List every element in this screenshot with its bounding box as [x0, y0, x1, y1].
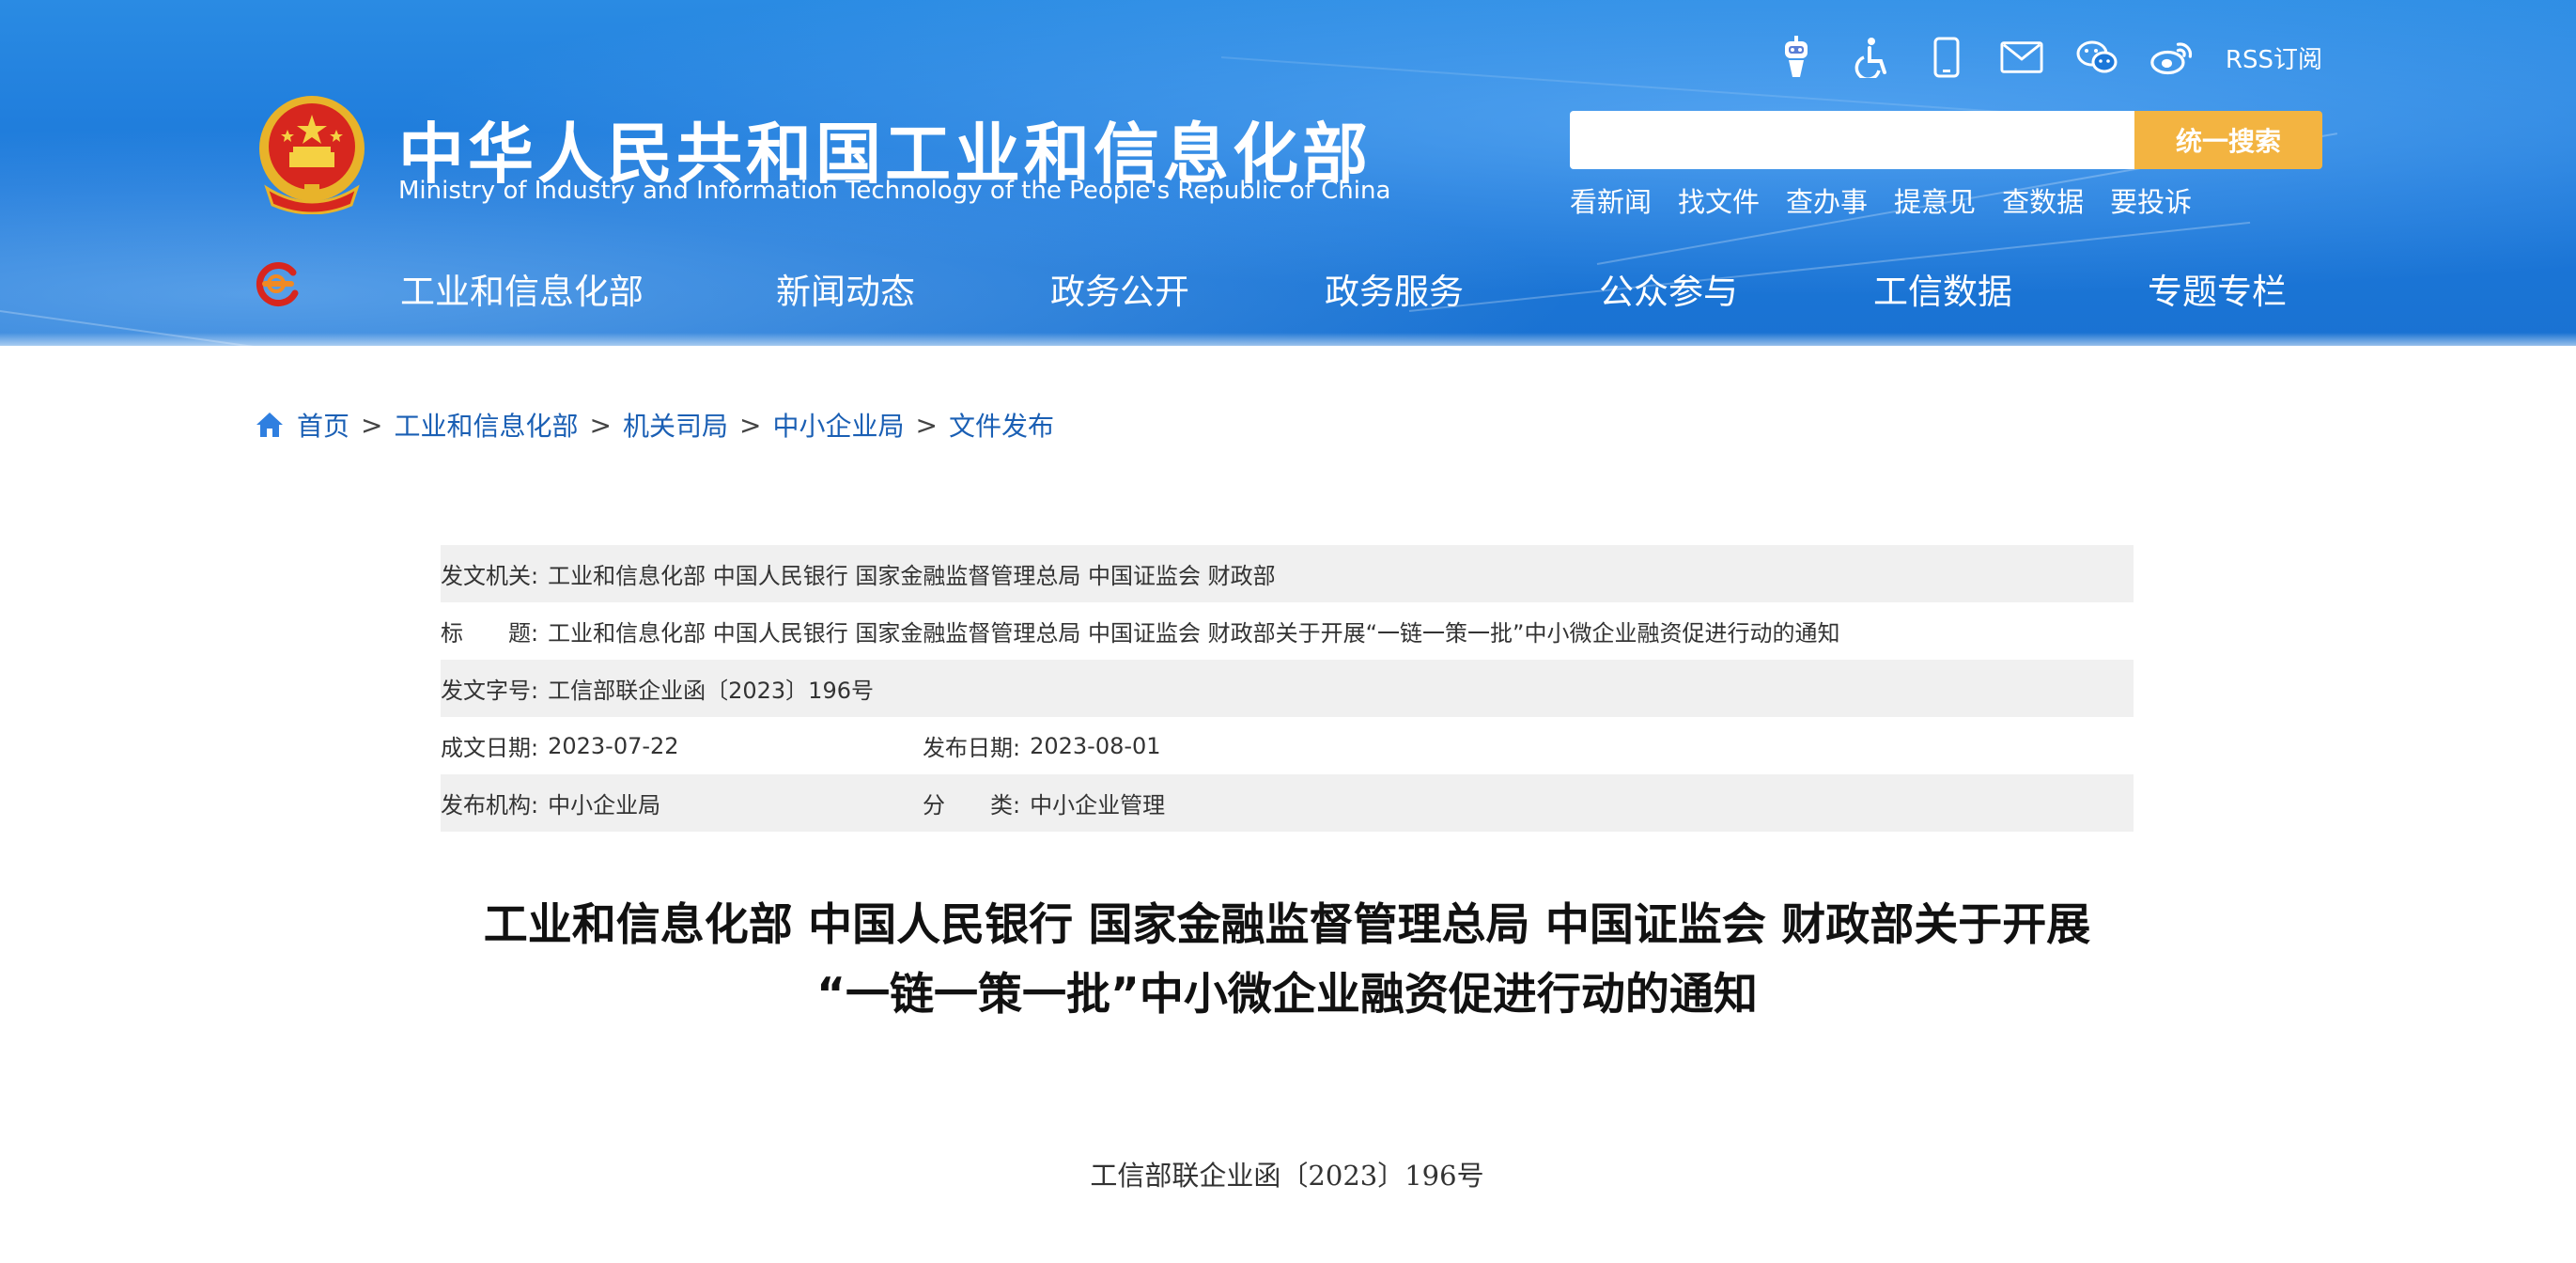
breadcrumb-separator: >	[589, 409, 612, 441]
nav-government-affairs[interactable]: 政务公开	[1050, 263, 1189, 314]
mobile-icon[interactable]	[1925, 36, 1968, 79]
quick-links: 看新闻 找文件 查办事 提意见 查数据 要投诉	[1570, 180, 2192, 220]
nav-news[interactable]: 新闻动态	[776, 263, 915, 314]
info-row-title: 标 题: 工业和信息化部 中国人民银行 国家金融监督管理总局 中国证监会 财政部…	[441, 602, 2134, 660]
ministry-logo-icon[interactable]	[250, 257, 303, 310]
nav-topics[interactable]: 专题专栏	[2148, 263, 2287, 314]
document-title-line1: 工业和信息化部 中国人民银行 国家金融监督管理总局 中国证监会 财政部关于开展	[483, 899, 2091, 951]
mail-icon[interactable]	[2000, 36, 2043, 79]
document-info-table: 发文机关: 工业和信息化部 中国人民银行 国家金融监督管理总局 中国证监会 财政…	[441, 545, 2134, 832]
breadcrumb-separator: >	[361, 409, 383, 441]
main-nav: 工业和信息化部 新闻动态 政务公开 政务服务 公众参与 工信数据 专题专栏	[250, 252, 2326, 320]
nav-data[interactable]: 工信数据	[1873, 263, 2012, 314]
site-title-en: Ministry of Industry and Information Tec…	[398, 177, 1391, 205]
nav-public-participation[interactable]: 公众参与	[1599, 263, 1738, 314]
breadcrumb-home[interactable]: 首页	[297, 406, 349, 444]
quick-link-data[interactable]: 查数据	[2002, 180, 2084, 220]
rss-link[interactable]: RSS订阅	[2226, 40, 2322, 75]
info-row-dates: 成文日期: 2023-07-22 发布日期: 2023-08-01	[441, 717, 2134, 774]
published-date-value: 2023-08-01	[1030, 732, 1161, 759]
weibo-icon[interactable]	[2150, 36, 2194, 79]
agency-label: 发布机构:	[441, 792, 539, 819]
category-label: 分 类:	[923, 792, 1021, 819]
info-row-agency: 发布机构: 中小企业局 分 类: 中小企业管理	[441, 774, 2134, 832]
breadcrumb-document-release[interactable]: 文件发布	[949, 406, 1054, 444]
title-label: 标 题:	[441, 620, 539, 647]
search-input[interactable]	[1570, 111, 2135, 169]
document-title: 工业和信息化部 中国人民银行 国家金融监督管理总局 中国证监会 财政部关于开展 …	[441, 891, 2134, 1030]
breadcrumb-sme-bureau[interactable]: 中小企业局	[772, 406, 904, 444]
breadcrumb: 首页 > 工业和信息化部 > 机关司局 > 中小企业局 > 文件发布	[254, 404, 1054, 445]
quick-link-feedback[interactable]: 提意见	[1894, 180, 1976, 220]
issuer-value: 工业和信息化部 中国人民银行 国家金融监督管理总局 中国证监会 财政部	[548, 563, 1276, 589]
breadcrumb-separator: >	[915, 409, 938, 441]
nav-miit[interactable]: 工业和信息化部	[400, 263, 644, 314]
info-row-doc-number: 发文字号: 工信部联企业函〔2023〕196号	[441, 660, 2134, 717]
quick-link-complaint[interactable]: 要投诉	[2110, 180, 2192, 220]
created-date-value: 2023-07-22	[548, 732, 679, 759]
accessibility-icon[interactable]	[1850, 36, 1893, 79]
wechat-icon[interactable]	[2075, 36, 2118, 79]
quick-link-news[interactable]: 看新闻	[1570, 180, 1652, 220]
category-value: 中小企业管理	[1030, 792, 1166, 819]
document-number: 工信部联企业函〔2023〕196号	[1090, 1160, 1484, 1192]
site-header: 中华人民共和国工业和信息化部 Ministry of Industry and …	[0, 0, 2576, 346]
issuer-label: 发文机关:	[441, 563, 539, 589]
published-date-label: 发布日期:	[923, 735, 1021, 761]
title-value: 工业和信息化部 中国人民银行 国家金融监督管理总局 中国证监会 财政部关于开展“…	[548, 620, 1840, 647]
national-emblem-icon	[259, 96, 365, 214]
home-icon[interactable]	[254, 409, 286, 441]
info-row-issuer: 发文机关: 工业和信息化部 中国人民银行 国家金融监督管理总局 中国证监会 财政…	[441, 545, 2134, 602]
robot-icon[interactable]	[1775, 36, 1818, 79]
agency-value: 中小企业局	[548, 792, 661, 819]
breadcrumb-miit[interactable]: 工业和信息化部	[394, 406, 578, 444]
search-button[interactable]: 统一搜索	[2134, 111, 2322, 169]
quick-link-services[interactable]: 查办事	[1786, 180, 1868, 220]
doc-number-label: 发文字号:	[441, 678, 539, 704]
breadcrumb-departments[interactable]: 机关司局	[623, 406, 728, 444]
nav-government-services[interactable]: 政务服务	[1325, 263, 1464, 314]
doc-number-value: 工信部联企业函〔2023〕196号	[548, 678, 874, 704]
breadcrumb-separator: >	[738, 409, 762, 441]
top-toolbar: RSS订阅	[1775, 32, 2322, 83]
quick-link-files[interactable]: 找文件	[1678, 180, 1760, 220]
document-title-line2: “一链一策一批”中小微企业融资促进行动的通知	[816, 969, 1758, 1021]
created-date-label: 成文日期:	[441, 735, 539, 761]
